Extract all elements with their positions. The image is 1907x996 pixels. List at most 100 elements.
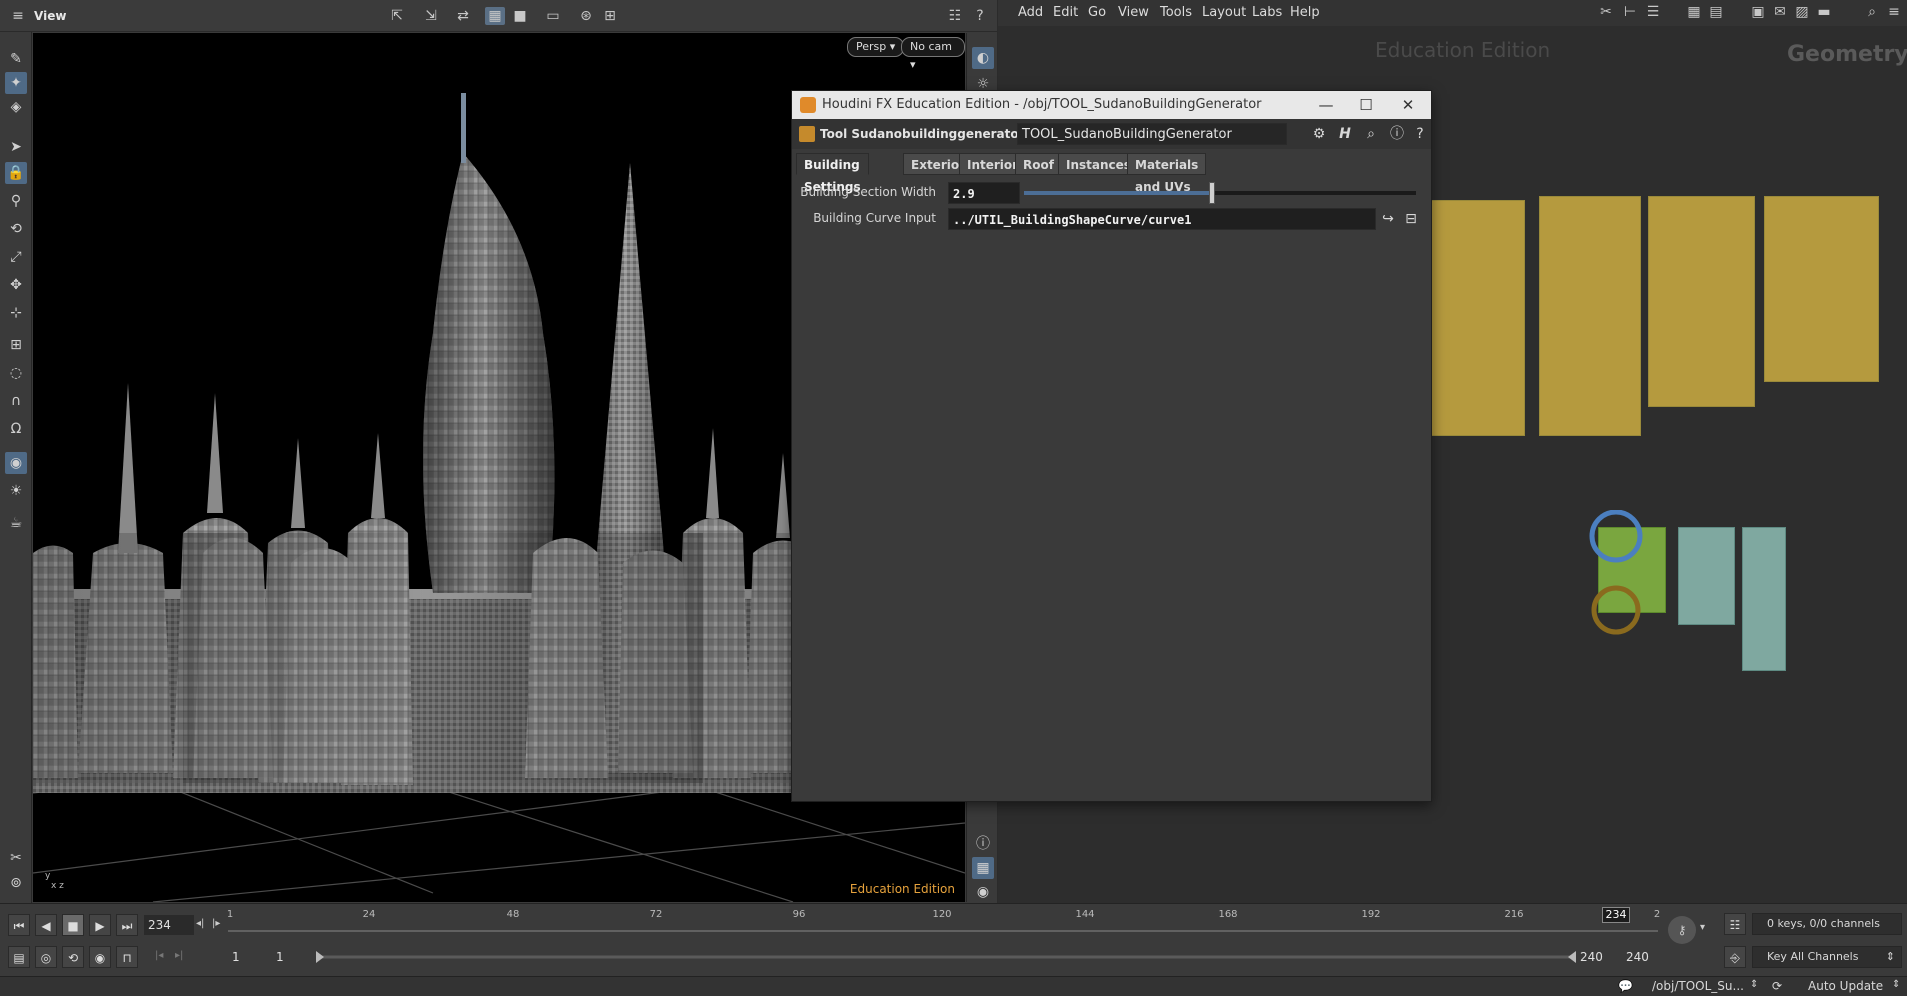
display-options-icon[interactable]: ☷ <box>945 7 965 25</box>
select-edges-icon[interactable]: ⇄ <box>453 7 473 25</box>
cleanup-tool-icon[interactable]: ✂ <box>5 847 27 869</box>
folder-icon[interactable]: ▬ <box>1814 3 1834 21</box>
maximize-button[interactable]: ☐ <box>1346 93 1386 117</box>
help-icon[interactable]: ? <box>970 7 990 25</box>
scale-tool-icon[interactable]: ⤢ <box>5 246 27 268</box>
menu-edit[interactable]: Edit <box>1053 5 1078 20</box>
network-box-2[interactable] <box>1539 196 1641 436</box>
step-back-icon[interactable]: ◂| <box>196 918 204 929</box>
update-mode-dropdown-icon[interactable]: ⇕ <box>1892 979 1900 990</box>
play-reverse-button[interactable]: ◀ <box>35 914 57 936</box>
wrench-icon[interactable]: ✂ <box>1596 3 1616 21</box>
network-box-teal-1[interactable] <box>1678 527 1735 625</box>
key-all-icon[interactable]: ⎆ <box>1724 946 1746 968</box>
refresh-icon[interactable]: ⟳ <box>1772 979 1782 993</box>
tab-roof[interactable]: Roof <box>1015 153 1062 175</box>
lasso-tool-icon[interactable]: ◌ <box>5 362 27 384</box>
camera-menu[interactable]: No cam ▾ <box>901 37 965 71</box>
menu-add[interactable]: Add <box>1018 5 1043 20</box>
node-chooser-icon[interactable]: ⊟ <box>1402 210 1420 228</box>
wireframe-icon[interactable]: ■ <box>510 7 530 25</box>
timeline-ruler[interactable]: 1 24 48 72 96 120 144 168 192 216 2 234 <box>227 907 1660 939</box>
audio-icon[interactable]: ◎ <box>35 946 57 968</box>
chat-icon[interactable]: 💬 <box>1618 979 1633 993</box>
lock-icon[interactable]: 🔒 <box>5 162 27 184</box>
transform-tool-icon[interactable]: ✥ <box>5 274 27 296</box>
minimize-button[interactable]: — <box>1306 93 1346 117</box>
key-all-channels-dropdown[interactable]: Key All Channels ⇕ <box>1752 946 1902 968</box>
menu-help[interactable]: Help <box>1290 5 1320 20</box>
current-frame-field[interactable]: 234 <box>144 915 194 935</box>
step-forward-icon[interactable]: |▸ <box>212 918 220 929</box>
image-icon[interactable]: ▨ <box>1792 3 1812 21</box>
select-points-icon[interactable]: ⇲ <box>421 7 441 25</box>
shading-icon[interactable]: ▦ <box>485 7 505 25</box>
info-param-icon[interactable]: ⓘ <box>1388 125 1406 143</box>
camera-view-icon[interactable]: ◉ <box>972 881 994 903</box>
help-param-icon[interactable]: ? <box>1411 125 1429 143</box>
update-mode-label[interactable]: Auto Update <box>1808 979 1883 993</box>
camera-tool-icon[interactable]: ◉ <box>5 452 27 474</box>
list-icon[interactable]: ☰ <box>1643 3 1663 21</box>
prev-key-icon[interactable]: |◂ <box>155 950 163 961</box>
network-box-teal-2[interactable] <box>1742 527 1786 671</box>
channel-list-icon[interactable]: ☷ <box>1724 913 1746 935</box>
key-dropdown-icon[interactable]: ▾ <box>1700 922 1705 933</box>
hscript-icon[interactable]: H <box>1336 125 1354 143</box>
range-end-a[interactable]: 240 <box>1576 947 1620 967</box>
network-box-4[interactable] <box>1764 196 1879 382</box>
section-width-field[interactable]: 2.9 <box>948 182 1020 204</box>
sim-icon[interactable]: ◉ <box>89 946 111 968</box>
parameter-window-titlebar[interactable]: Houdini FX Education Edition - /obj/TOOL… <box>792 91 1431 119</box>
network-more-icon[interactable]: ≡ <box>1884 3 1904 21</box>
tree-icon[interactable]: ⊢ <box>1620 3 1640 21</box>
close-button[interactable]: ✕ <box>1388 93 1428 117</box>
grid-tool-icon[interactable]: ⊞ <box>5 334 27 356</box>
current-frame-marker[interactable]: 234 <box>1602 907 1630 923</box>
section-width-slider[interactable] <box>1024 182 1416 204</box>
curve-input-field[interactable]: ../UTIL_BuildingShapeCurve/curve1 <box>948 208 1376 230</box>
grid-view-icon[interactable]: ▦ <box>1684 3 1704 21</box>
viewer-menu-icon[interactable]: ≡ <box>8 7 28 25</box>
stop-button[interactable]: ■ <box>62 914 84 936</box>
realtime-toggle-icon[interactable]: ▤ <box>8 946 30 968</box>
menu-labs[interactable]: Labs <box>1252 5 1282 20</box>
render-tool-icon[interactable]: ☕ <box>5 512 27 534</box>
ghost-icon[interactable]: ▭ <box>543 7 563 25</box>
gear-icon[interactable]: ⚙ <box>1310 125 1328 143</box>
note-icon[interactable]: ✉ <box>1770 3 1790 21</box>
key-tool-icon[interactable]: ⚷ <box>1668 916 1696 944</box>
loop-icon[interactable]: ⟲ <box>62 946 84 968</box>
rotate-tool-icon[interactable]: ⟲ <box>5 218 27 240</box>
go-start-button[interactable]: ⏮ <box>8 914 30 936</box>
view-options-icon[interactable]: ◐ <box>972 47 994 69</box>
search-icon[interactable]: ⌕ <box>1862 3 1882 21</box>
menu-go[interactable]: Go <box>1088 5 1106 20</box>
magnet-tool-icon[interactable]: ∩ <box>5 390 27 412</box>
go-end-button[interactable]: ⏭ <box>116 914 138 936</box>
network-box-3[interactable] <box>1648 196 1755 407</box>
select-mode-icon[interactable]: ⇱ <box>387 7 407 25</box>
tile-view-icon[interactable]: ▤ <box>1706 3 1726 21</box>
node-name-field[interactable]: TOOL_SudanoBuildingGenerator <box>1017 123 1287 145</box>
next-key-icon[interactable]: ▸| <box>175 950 183 961</box>
grid-snap-icon[interactable]: ⊞ <box>600 7 620 25</box>
search-param-icon[interactable]: ⌕ <box>1362 125 1380 143</box>
play-forward-button[interactable]: ▶ <box>89 914 111 936</box>
jump-to-node-icon[interactable]: ↪ <box>1379 210 1397 228</box>
range-start-a[interactable]: 1 <box>228 947 268 967</box>
section-width-slider-handle[interactable] <box>1209 182 1216 204</box>
menu-tools[interactable]: Tools <box>1160 5 1192 20</box>
obj-tool-icon[interactable]: ⊚ <box>5 872 27 894</box>
brush-tool-icon[interactable]: ◈ <box>5 96 27 118</box>
persp-menu[interactable]: Persp ▾ <box>847 37 905 57</box>
tab-building-settings[interactable]: Building Settings <box>796 153 869 194</box>
handle-tool-icon[interactable]: ✦ <box>5 72 27 94</box>
tab-materials-uvs[interactable]: Materials and UVs <box>1127 153 1207 194</box>
info-icon[interactable]: ⓘ <box>972 833 994 855</box>
snap-tool-icon[interactable]: ⊹ <box>5 302 27 324</box>
layout-icon[interactable]: ▦ <box>972 857 994 879</box>
menu-layout[interactable]: Layout <box>1202 5 1246 20</box>
pose-tool-icon[interactable]: ⚲ <box>5 190 27 212</box>
range-end-b[interactable]: 240 <box>1622 947 1666 967</box>
